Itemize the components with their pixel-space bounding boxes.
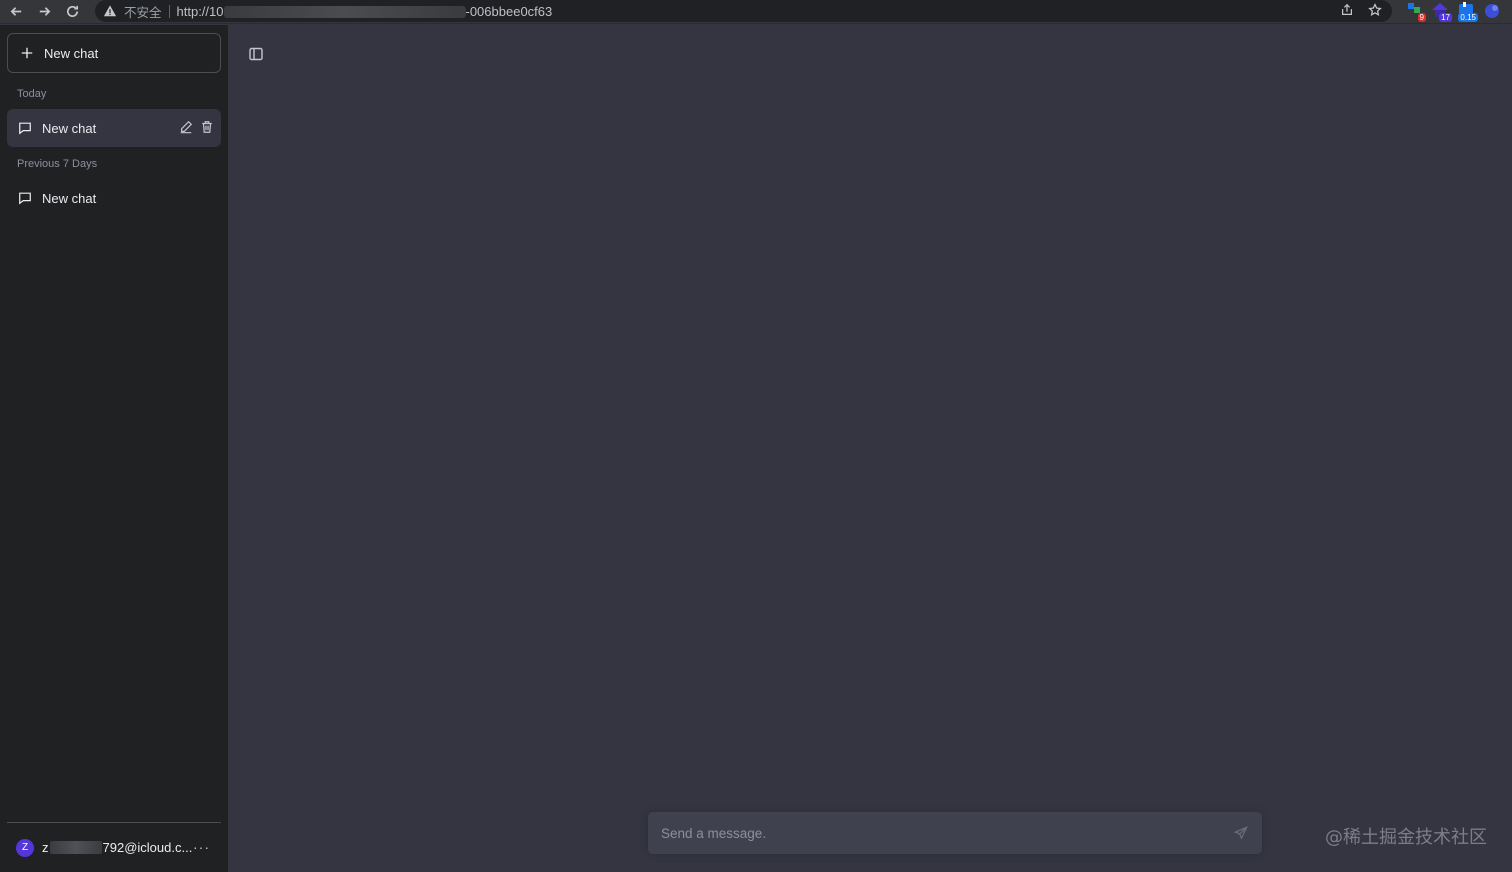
- extension-2-icon[interactable]: 17: [1430, 1, 1452, 22]
- avatar: Z: [16, 838, 34, 857]
- toggle-sidebar-button[interactable]: [248, 46, 264, 62]
- message-composer: [648, 812, 1262, 854]
- chat-bubble-icon: [19, 122, 31, 135]
- chat-item-today[interactable]: New chat: [7, 109, 221, 147]
- sidebar: New chat Today New chat Previous 7 Days …: [0, 25, 228, 872]
- user-menu[interactable]: Z z 792@icloud.c... ···: [7, 822, 221, 872]
- send-button[interactable]: [1233, 826, 1248, 840]
- extensions-area: 9 17 0.15: [1404, 1, 1502, 22]
- message-input[interactable]: [661, 825, 1201, 841]
- plus-icon: [21, 47, 33, 59]
- omnibox-divider: [168, 4, 170, 18]
- extension-1-icon[interactable]: 9: [1404, 1, 1426, 22]
- bookmark-star-icon[interactable]: [1368, 3, 1382, 17]
- pencil-icon: [180, 120, 193, 134]
- extension-4-icon[interactable]: [1482, 1, 1502, 21]
- url-text: http://10 -006bbee0cf63: [177, 4, 553, 19]
- main-chat-area: @稀土掘金技术社区: [228, 25, 1512, 872]
- user-email-end: 792@icloud.c...: [102, 840, 193, 855]
- chat-bubble-icon: [19, 192, 31, 205]
- reload-button[interactable]: [60, 2, 84, 22]
- reload-icon: [66, 5, 78, 17]
- chat-group-label-previous-7-days: Previous 7 Days: [17, 158, 98, 170]
- watermark: @稀土掘金技术社区: [1325, 827, 1487, 848]
- share-icon[interactable]: [1340, 3, 1354, 17]
- extension-2-badge: 17: [1439, 13, 1452, 22]
- extension-3-badge: 0.15: [1458, 13, 1478, 22]
- send-icon: [1233, 826, 1248, 840]
- delete-chat-button[interactable]: [200, 120, 214, 134]
- user-email: z 792@icloud.c...: [42, 840, 192, 855]
- browser-toolbar: 不安全 http://10 -006bbee0cf63 9 17 0.15: [0, 0, 1512, 24]
- chat-group-label-today: Today: [17, 88, 47, 100]
- more-options-button[interactable]: ···: [193, 839, 210, 855]
- edit-chat-button[interactable]: [179, 120, 193, 134]
- address-bar[interactable]: 不安全 http://10 -006bbee0cf63: [95, 0, 1392, 22]
- arrow-right-icon: [39, 7, 50, 16]
- new-chat-button-label: New chat: [44, 45, 99, 61]
- arrow-left-icon: [10, 7, 21, 16]
- forward-button[interactable]: [32, 2, 56, 22]
- chat-item-label: New chat: [42, 190, 97, 206]
- sidebar-toggle-icon: [249, 47, 263, 61]
- new-chat-button[interactable]: New chat: [7, 33, 221, 73]
- security-status-label: 不安全: [124, 5, 162, 20]
- user-email-start: z: [42, 840, 49, 855]
- trash-icon: [202, 121, 212, 133]
- chat-item-previous[interactable]: New chat: [7, 179, 221, 217]
- url-prefix: http://10: [176, 3, 224, 19]
- back-button[interactable]: [4, 2, 28, 22]
- redacted-email-segment: [49, 841, 102, 854]
- redacted-url-segment: [223, 6, 466, 19]
- extension-1-badge: 9: [1417, 13, 1426, 22]
- omnibox-actions: [1340, 3, 1382, 17]
- extension-3-icon[interactable]: 0.15: [1456, 1, 1478, 22]
- warning-icon: [103, 5, 117, 17]
- url-suffix: -006bbee0cf63: [465, 3, 553, 19]
- chat-item-label: New chat: [42, 120, 97, 136]
- chat-item-actions: [179, 120, 214, 134]
